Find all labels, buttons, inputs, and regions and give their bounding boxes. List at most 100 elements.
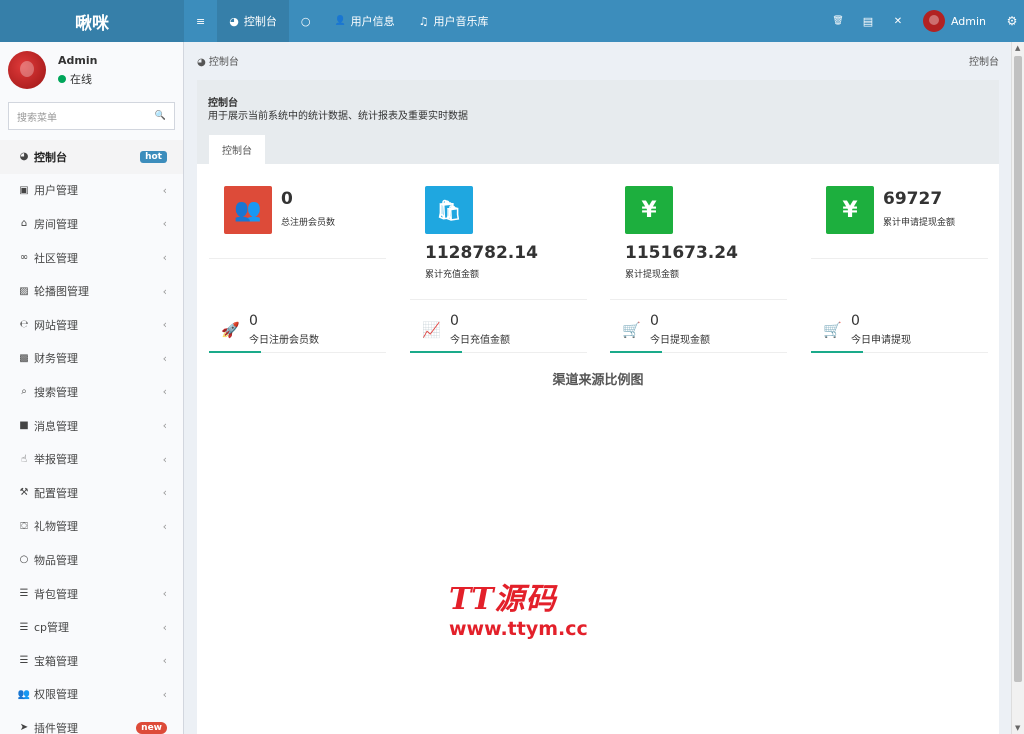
rocket-icon: 🚀: [221, 321, 240, 339]
chart-title: 渠道来源比例图: [552, 373, 644, 388]
sidebar-item-label: 网站管理: [34, 318, 78, 332]
chevron-left-icon: ‹: [162, 587, 167, 601]
bank-icon: ⌂: [20, 218, 28, 230]
list-icon: ☰: [19, 621, 29, 633]
chevron-left-icon: ‹: [162, 519, 167, 533]
dashboard-icon: ◕: [19, 151, 29, 163]
sidebar-item-15[interactable]: ☰ 宝箱管理 ‹: [0, 644, 183, 678]
sidebar-item-9[interactable]: ☝ 举报管理 ‹: [0, 442, 183, 476]
avatar: [8, 51, 46, 89]
chevron-left-icon: ‹: [162, 452, 167, 466]
avatar: [922, 10, 945, 32]
sidebar-menu: ◕ 控制台 hot ▣ 用户管理 ‹ ⌂ 房间管理 ‹ ∞ 社区管理 ‹ ▨ 轮播图管理 ‹ ℮ 网站管理 ‹ ▩ 财…: [0, 140, 183, 734]
cart-icon: 🛒: [823, 321, 842, 339]
sidebar-item-5[interactable]: ℮ 网站管理 ‹: [0, 308, 183, 342]
stat-card-total-recharge: 🛍 1128782.14 累计充值金额: [410, 179, 587, 300]
sidebar-item-17[interactable]: ➤ 插件管理 new: [0, 711, 183, 734]
chevron-left-icon: ‹: [162, 687, 167, 701]
sidebar-item-label: 控制台: [34, 150, 67, 164]
menu-badge: hot: [140, 150, 167, 163]
translate-icon: ▤: [862, 14, 874, 28]
sidebar-item-16[interactable]: 👥 权限管理 ‹: [0, 678, 183, 712]
scrollbar-thumb[interactable]: [1014, 56, 1022, 682]
sidebar-item-12[interactable]: ○ 物品管理: [0, 543, 183, 577]
image-icon: ▨: [19, 285, 29, 297]
panel-header: 控制台 用于展示当前系统中的统计数据、统计报表及重要实时数据 控制台: [197, 80, 999, 164]
sidebar-item-10[interactable]: ⚒ 配置管理 ‹: [0, 476, 183, 510]
today-value: 0: [450, 313, 459, 329]
sidebar-item-1[interactable]: ▣ 用户管理 ‹: [0, 174, 183, 208]
users-icon: 👥: [224, 186, 272, 234]
sidebar-item-4[interactable]: ▨ 轮播图管理 ‹: [0, 274, 183, 308]
tab-dashboard-panel[interactable]: 控制台: [209, 133, 265, 164]
language-button[interactable]: ▤: [853, 0, 883, 42]
sidebar-item-7[interactable]: ⌕ 搜索管理 ‹: [0, 375, 183, 409]
status-text: 在线: [70, 72, 92, 86]
chevron-left-icon: ‹: [162, 318, 167, 332]
sidebar-item-3[interactable]: ∞ 社区管理 ‹: [0, 241, 183, 275]
stat-card-total-withdraw: ¥ 1151673.24 累计提现金额: [610, 179, 787, 300]
sidebar-item-14[interactable]: ☰ cp管理 ‹: [0, 610, 183, 644]
rocket-icon: ➤: [19, 722, 29, 734]
scroll-up-icon[interactable]: ▲: [1015, 44, 1020, 52]
menu-icon: ≡: [196, 14, 206, 28]
panel-description: 用于展示当前系统中的统计数据、统计报表及重要实时数据: [208, 111, 468, 122]
sidebar-item-label: 用户管理: [34, 184, 78, 198]
today-value: 0: [249, 313, 258, 329]
stat-label: 累计充值金额: [425, 270, 480, 280]
music-icon: ♫: [418, 14, 429, 28]
stat-card-total-members: 👥 0 总注册会员数: [209, 179, 386, 259]
app-logo[interactable]: 啾咪: [0, 0, 184, 42]
main-content: ◕ 控制台 控制台 控制台 用于展示当前系统中的统计数据、统计报表及重要实时数据…: [185, 42, 1011, 734]
user-panel: Admin 在线: [0, 42, 183, 98]
stat-value: 1151673.24: [625, 243, 738, 263]
sidebar-item-2[interactable]: ⌂ 房间管理 ‹: [0, 207, 183, 241]
sidebar-item-13[interactable]: ☰ 背包管理 ‹: [0, 577, 183, 611]
chevron-left-icon: ‹: [162, 284, 167, 298]
user-menu[interactable]: Admin: [913, 0, 1000, 42]
sidebar-item-label: 房间管理: [34, 217, 78, 231]
scrollbar[interactable]: ▲ ▼: [1011, 42, 1024, 734]
sidebar: Admin 在线 搜索菜单 🔍 ◕ 控制台 hot ▣ 用户管理 ‹ ⌂ 房间管理 ‹ ∞ 社区管理…: [0, 42, 184, 734]
progress-bar: [610, 351, 662, 353]
stat-label: 总注册会员数: [281, 218, 336, 228]
trash-icon: 🗑: [832, 16, 844, 26]
list-icon: ☰: [19, 588, 29, 600]
sidebar-item-label: 财务管理: [34, 352, 78, 366]
message-icon: ■: [19, 420, 29, 432]
chevron-left-icon: ‹: [162, 486, 167, 500]
sidebar-item-11[interactable]: ⛋ 礼物管理 ‹: [0, 510, 183, 544]
tab-user-music[interactable]: ♫ 用户音乐库: [407, 0, 501, 42]
stat-label: 累计申请提现金额: [883, 218, 956, 228]
user-name: Admin: [950, 14, 986, 28]
sidebar-item-6[interactable]: ▩ 财务管理 ‹: [0, 342, 183, 376]
top-nav-left: ≡ ◕ 控制台 ○ 👤 用户信息 ♫ 用户音乐库: [184, 0, 501, 42]
search-icon[interactable]: 🔍: [155, 111, 166, 121]
gear-icon: ⚙: [1006, 14, 1018, 28]
menu-search-input[interactable]: 搜索菜单 🔍: [8, 102, 175, 130]
menu-badge: new: [136, 721, 167, 734]
clear-cache-button[interactable]: 🗑: [823, 0, 853, 42]
progress-bar: [209, 351, 261, 353]
settings-button[interactable]: ⚙: [1000, 0, 1024, 42]
chevron-left-icon: ‹: [162, 183, 167, 197]
sidebar-item-8[interactable]: ■ 消息管理 ‹: [0, 409, 183, 443]
stat-value: 0: [281, 189, 293, 209]
breadcrumb-left[interactable]: ◕ 控制台: [197, 53, 239, 68]
tab-circle[interactable]: ○: [289, 0, 323, 42]
user-status: 在线: [58, 71, 97, 87]
today-card-withdraw: 🛒 0 今日提现金额: [610, 311, 787, 353]
gift-icon: ⛋: [20, 520, 28, 532]
sidebar-toggle-button[interactable]: ≡: [184, 0, 217, 42]
tab-user-info[interactable]: 👤 用户信息: [322, 0, 406, 42]
fullscreen-button[interactable]: ✕: [883, 0, 913, 42]
tab-dashboard[interactable]: ◕ 控制台: [217, 0, 289, 42]
hand-icon: ☝: [20, 453, 28, 465]
sidebar-item-label: 背包管理: [34, 587, 78, 601]
scroll-down-icon[interactable]: ▼: [1015, 724, 1020, 732]
yen-icon: ¥: [625, 186, 673, 234]
tab-label: 控制台: [243, 15, 277, 28]
sidebar-item-label: 搜索管理: [34, 385, 78, 399]
sidebar-item-0[interactable]: ◕ 控制台 hot: [0, 140, 183, 174]
watermark-logo: TT源码: [449, 582, 557, 617]
